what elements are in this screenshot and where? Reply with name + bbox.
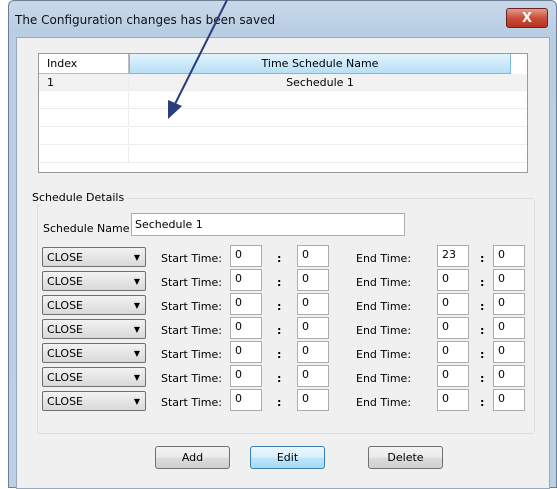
arrow-annotation-icon	[168, 0, 228, 119]
